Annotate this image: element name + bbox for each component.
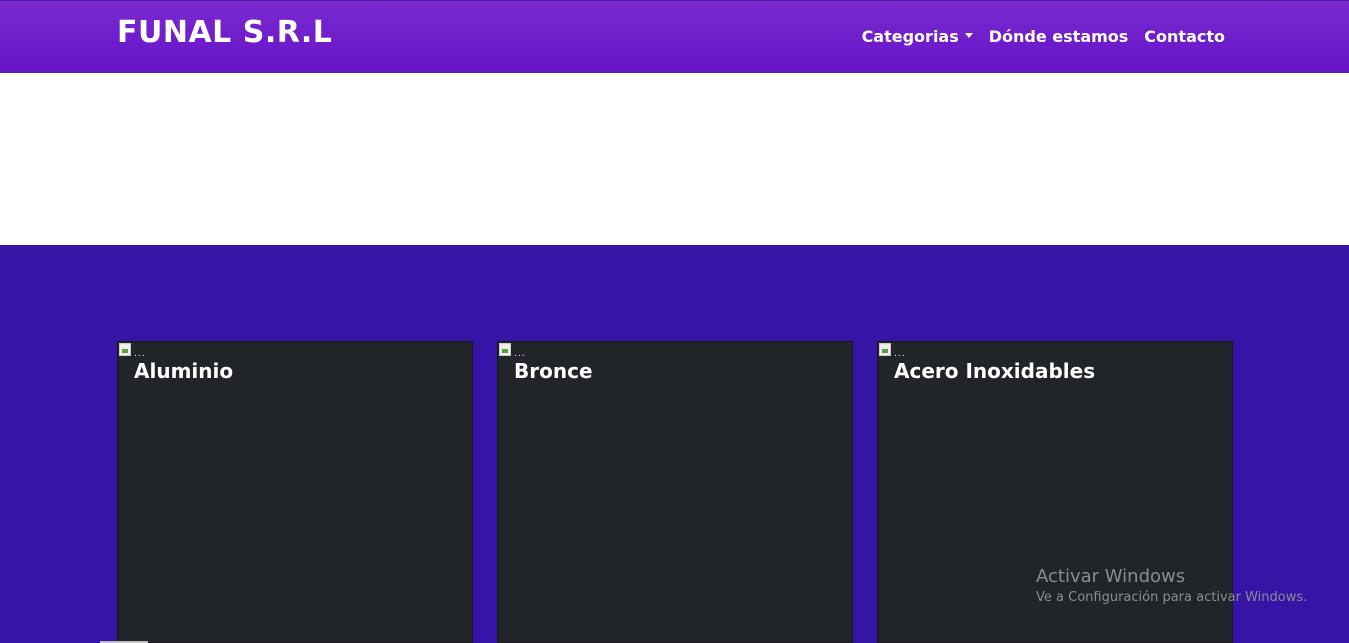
watermark-title: Activar Windows [1036,566,1186,587]
navbar: FUNAL S.R.L Categorias Dónde estamos Con… [0,0,1349,73]
broken-image-icon: ... [498,342,525,359]
broken-image-icon: ... [118,342,145,359]
nav-item-categorias[interactable]: Categorias [862,27,973,46]
card-title: Acero Inoxidables [894,359,1096,383]
category-card-bronce[interactable]: ... Bronce [497,341,853,643]
nav-links: Categorias Dónde estamos Contacto [862,27,1225,46]
hero-area [0,73,1349,245]
card-title: Bronce [514,359,593,383]
image-alt-text: ... [134,349,146,359]
brand-logo[interactable]: FUNAL S.R.L [117,15,332,50]
image-alt-text: ... [514,349,526,359]
nav-item-contacto[interactable]: Contacto [1144,27,1225,46]
nav-item-donde-estamos[interactable]: Dónde estamos [989,27,1129,46]
caret-down-icon [964,33,973,38]
watermark-subtitle: Ve a Configuración para activar Windows. [1036,590,1308,605]
broken-image-icon: ... [878,342,905,359]
nav-item-label: Categorias [861,27,959,46]
windows-activation-watermark: Activar Windows Ve a Configuración para … [1036,566,1307,608]
category-card-aluminio[interactable]: ... Aluminio [117,341,473,643]
image-alt-text: ... [894,349,906,359]
card-title: Aluminio [134,359,234,383]
